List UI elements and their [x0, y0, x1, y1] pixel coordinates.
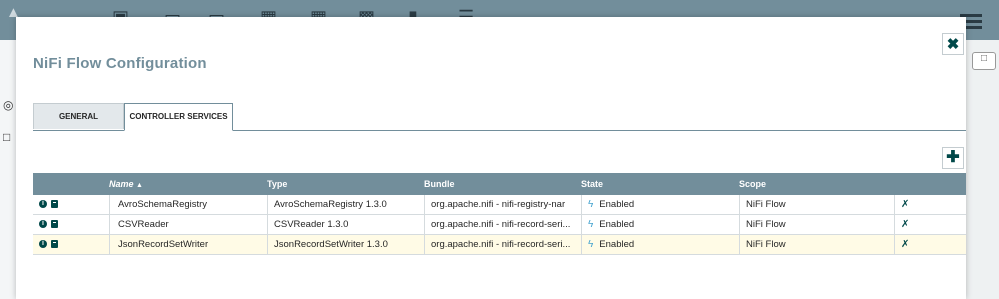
enabled-bolt-icon: ϟ — [588, 199, 594, 210]
cell-bundle: org.apache.nifi - nifi-registry-nar — [424, 195, 581, 214]
table-row[interactable]: i AvroSchemaRegistry AvroSchemaRegistry … — [33, 195, 966, 215]
cell-type: AvroSchemaRegistry 1.3.0 — [267, 195, 424, 214]
cell-bundle: org.apache.nifi - nifi-record-seri... — [424, 215, 581, 234]
cell-name: CSVReader — [109, 215, 267, 234]
column-header-type[interactable]: Type — [267, 173, 287, 195]
left-panel: ◎ □ — [0, 40, 17, 299]
search-icon[interactable]: □ — [972, 52, 996, 70]
disable-icon[interactable]: ✗ — [901, 199, 909, 210]
cell-state: ϟ Enabled — [581, 235, 739, 254]
tab-bar: GENERAL CONTROLLER SERVICES — [33, 103, 966, 131]
tab-general[interactable]: GENERAL — [33, 103, 124, 129]
cell-scope: NiFi Flow — [739, 235, 894, 254]
cell-scope: NiFi Flow — [739, 195, 894, 214]
column-header-state[interactable]: State — [581, 173, 603, 195]
operate-icon[interactable]: □ — [3, 130, 10, 144]
cell-scope: NiFi Flow — [739, 215, 894, 234]
row-actions: i — [33, 215, 109, 234]
tab-controller-services[interactable]: CONTROLLER SERVICES — [124, 103, 233, 131]
column-header-scope[interactable]: Scope — [739, 173, 766, 195]
cell-type: JsonRecordSetWriter 1.3.0 — [267, 235, 424, 254]
add-controller-service-button[interactable]: ✚ — [942, 147, 964, 169]
info-icon[interactable]: i — [39, 240, 47, 249]
cell-state: ϟ Enabled — [581, 215, 739, 234]
disable-icon[interactable]: ✗ — [901, 239, 909, 250]
usage-book-icon[interactable] — [51, 200, 58, 209]
info-icon[interactable]: i — [39, 200, 47, 209]
table-header: Name ▲ Type Bundle State Scope — [33, 173, 966, 195]
row-actions: i — [33, 235, 109, 254]
table-row[interactable]: i JsonRecordSetWriter JsonRecordSetWrite… — [33, 235, 966, 255]
cell-state: ϟ Enabled — [581, 195, 739, 214]
cell-name: AvroSchemaRegistry — [109, 195, 267, 214]
close-icon: ✖ — [946, 36, 960, 53]
disable-icon[interactable]: ✗ — [901, 219, 909, 230]
plus-icon: ✚ — [946, 149, 960, 166]
info-icon[interactable]: i — [39, 220, 47, 229]
usage-book-icon[interactable] — [51, 240, 58, 249]
column-header-name[interactable]: Name ▲ — [109, 173, 143, 195]
table-row[interactable]: i CSVReader CSVReader 1.3.0 org.apache.n… — [33, 215, 966, 235]
row-action-buttons: ✗ — [894, 235, 966, 254]
row-action-buttons: ✗ — [894, 215, 966, 234]
row-action-buttons: ✗ — [894, 195, 966, 214]
row-actions: i — [33, 195, 109, 214]
cell-bundle: org.apache.nifi - nifi-record-seri... — [424, 235, 581, 254]
usage-book-icon[interactable] — [51, 220, 58, 229]
navigate-icon[interactable]: ◎ — [3, 98, 13, 112]
close-button[interactable]: ✖ — [942, 33, 964, 55]
cell-type: CSVReader 1.3.0 — [267, 215, 424, 234]
cell-name: JsonRecordSetWriter — [109, 235, 267, 254]
sort-ascending-icon: ▲ — [136, 182, 143, 189]
enabled-bolt-icon: ϟ — [588, 219, 594, 230]
right-panel — [966, 40, 999, 299]
enabled-bolt-icon: ϟ — [588, 239, 594, 250]
flow-configuration-dialog: NiFi Flow Configuration ✖ GENERAL CONTRO… — [16, 17, 966, 299]
controller-services-table: Name ▲ Type Bundle State Scope i AvroSch… — [33, 173, 966, 255]
dialog-title: NiFi Flow Configuration — [33, 55, 207, 72]
column-header-bundle[interactable]: Bundle — [424, 173, 455, 195]
